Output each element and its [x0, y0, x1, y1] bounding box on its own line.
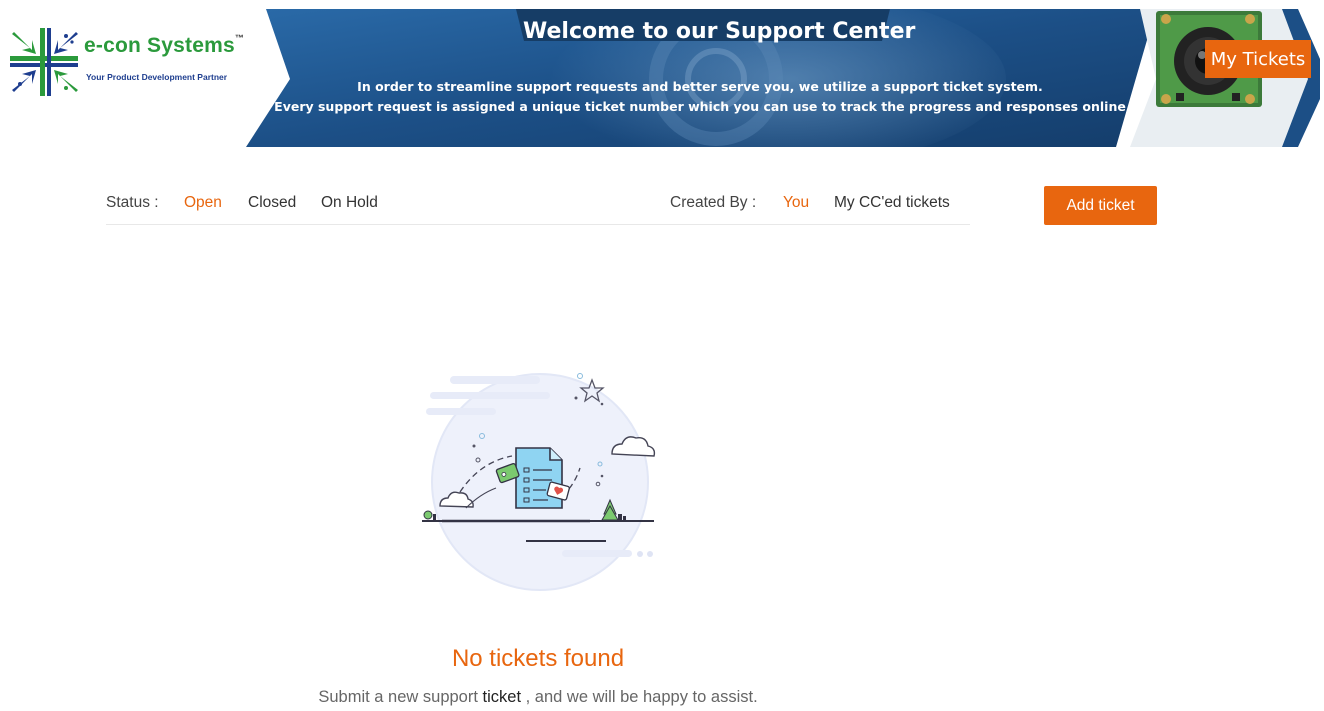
created-by-filter-label: Created By :	[670, 194, 757, 211]
header: e-con Systems™ Your Product Development …	[0, 0, 1324, 150]
status-filter-closed[interactable]: Closed	[248, 194, 296, 212]
banner-title: Welcome to our Support Center	[523, 19, 916, 44]
empty-state-message: Submit a new support ticket , and we wil…	[238, 688, 838, 707]
empty-state-message-before: Submit a new support	[318, 688, 483, 706]
status-filter-on-hold[interactable]: On Hold	[321, 194, 378, 212]
created-by-filter-you[interactable]: You	[783, 194, 809, 212]
brand-name: e-con Systems™	[84, 33, 245, 57]
add-ticket-button[interactable]: Add ticket	[1044, 186, 1157, 225]
my-tickets-button[interactable]: My Tickets	[1205, 40, 1311, 78]
status-filter-open[interactable]: Open	[184, 194, 222, 212]
empty-tickets-illustration	[412, 364, 664, 596]
banner-description-line2: Every support request is assigned a uniq…	[274, 99, 1126, 114]
empty-state-title: No tickets found	[451, 645, 625, 672]
empty-state-message-after: , and we will be happy to assist.	[521, 688, 758, 706]
new-ticket-link[interactable]: ticket	[483, 688, 522, 706]
created-by-filter-cced[interactable]: My CC'ed tickets	[834, 194, 950, 212]
brand-logo[interactable]: e-con Systems™ Your Product Development …	[10, 26, 260, 102]
e-con-logo-icon	[10, 28, 78, 96]
support-banner: Welcome to our Support Center In order t…	[246, 9, 1320, 147]
brand-tagline: Your Product Development Partner	[86, 72, 228, 82]
status-filter-label: Status :	[106, 194, 159, 211]
banner-description-line1: In order to streamline support requests …	[357, 79, 1043, 94]
ticket-filter-bar: Status : Open Closed On Hold Created By …	[106, 186, 970, 225]
